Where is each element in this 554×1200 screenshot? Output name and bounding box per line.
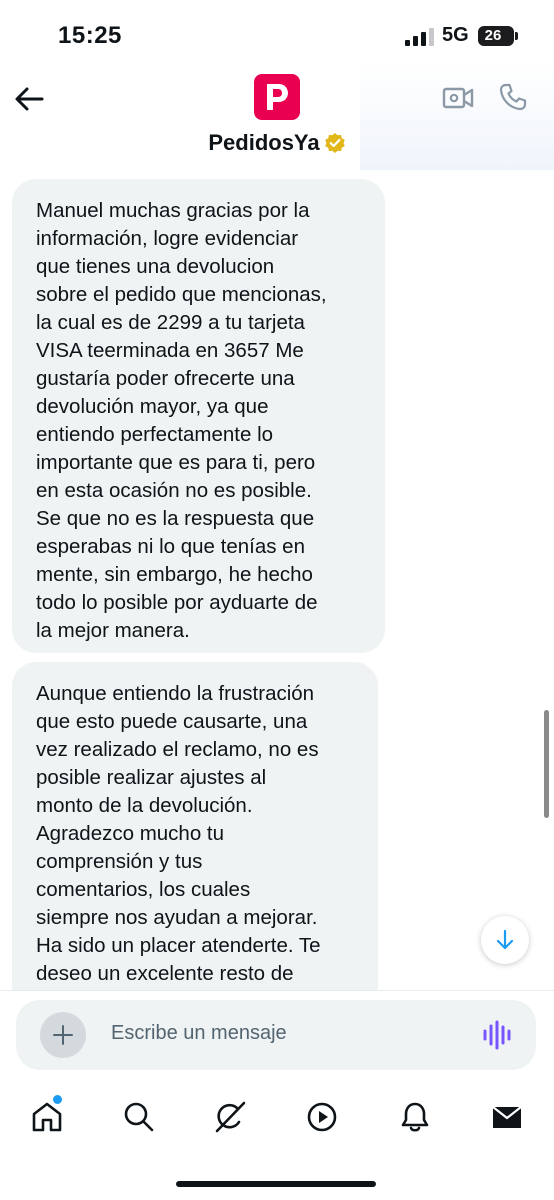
tab-home[interactable] xyxy=(30,1100,64,1134)
battery-icon: 26 xyxy=(478,26,514,46)
tab-grok[interactable] xyxy=(213,1100,247,1134)
conversation-title[interactable]: PedidosYa xyxy=(208,130,319,155)
home-notification-dot xyxy=(53,1095,62,1104)
grok-icon xyxy=(215,1101,246,1133)
status-bar: 15:25 5G 26 xyxy=(0,0,554,60)
message-bubble[interactable]: Aunque entiendo la frustración que esto … xyxy=(12,662,378,990)
tab-search[interactable] xyxy=(122,1100,156,1134)
home-indicator[interactable] xyxy=(176,1181,376,1187)
phone-call-icon[interactable] xyxy=(498,82,528,112)
voice-message-icon[interactable] xyxy=(482,1020,512,1050)
tab-messages[interactable] xyxy=(490,1100,524,1134)
messages-envelope-icon xyxy=(492,1106,522,1128)
add-media-button[interactable] xyxy=(40,1012,86,1058)
scrollbar[interactable] xyxy=(544,710,549,818)
back-arrow-icon[interactable] xyxy=(14,86,44,112)
title-row: PedidosYa xyxy=(0,130,554,156)
conversation-header: PedidosYa xyxy=(0,60,554,170)
logo-p-icon xyxy=(267,84,288,110)
message-composer: Escribe un mensaje xyxy=(16,1000,536,1070)
tab-notifications[interactable] xyxy=(398,1100,432,1134)
plus-icon xyxy=(53,1025,73,1045)
battery-level: 26 xyxy=(484,27,502,44)
scroll-to-bottom-button[interactable] xyxy=(481,916,529,964)
bottom-tab-bar xyxy=(0,1086,554,1156)
tab-video[interactable] xyxy=(305,1100,339,1134)
network-type: 5G xyxy=(442,24,469,46)
message-list[interactable]: Manuel muchas gracias por la información… xyxy=(0,170,554,990)
home-icon xyxy=(32,1102,62,1132)
arrow-down-icon xyxy=(496,929,514,950)
video-call-icon[interactable] xyxy=(442,86,474,110)
composer-divider xyxy=(0,990,554,991)
pedidosya-logo[interactable] xyxy=(254,74,300,120)
message-input[interactable]: Escribe un mensaje xyxy=(111,1022,287,1045)
search-icon xyxy=(124,1102,154,1132)
message-bubble[interactable]: Manuel muchas gracias por la información… xyxy=(12,179,385,653)
notifications-bell-icon xyxy=(401,1102,429,1132)
video-play-icon xyxy=(307,1102,337,1132)
battery-cap xyxy=(515,32,518,40)
verified-badge-icon xyxy=(324,133,345,153)
status-time: 15:25 xyxy=(58,22,122,49)
cellular-signal-icon xyxy=(405,28,434,46)
